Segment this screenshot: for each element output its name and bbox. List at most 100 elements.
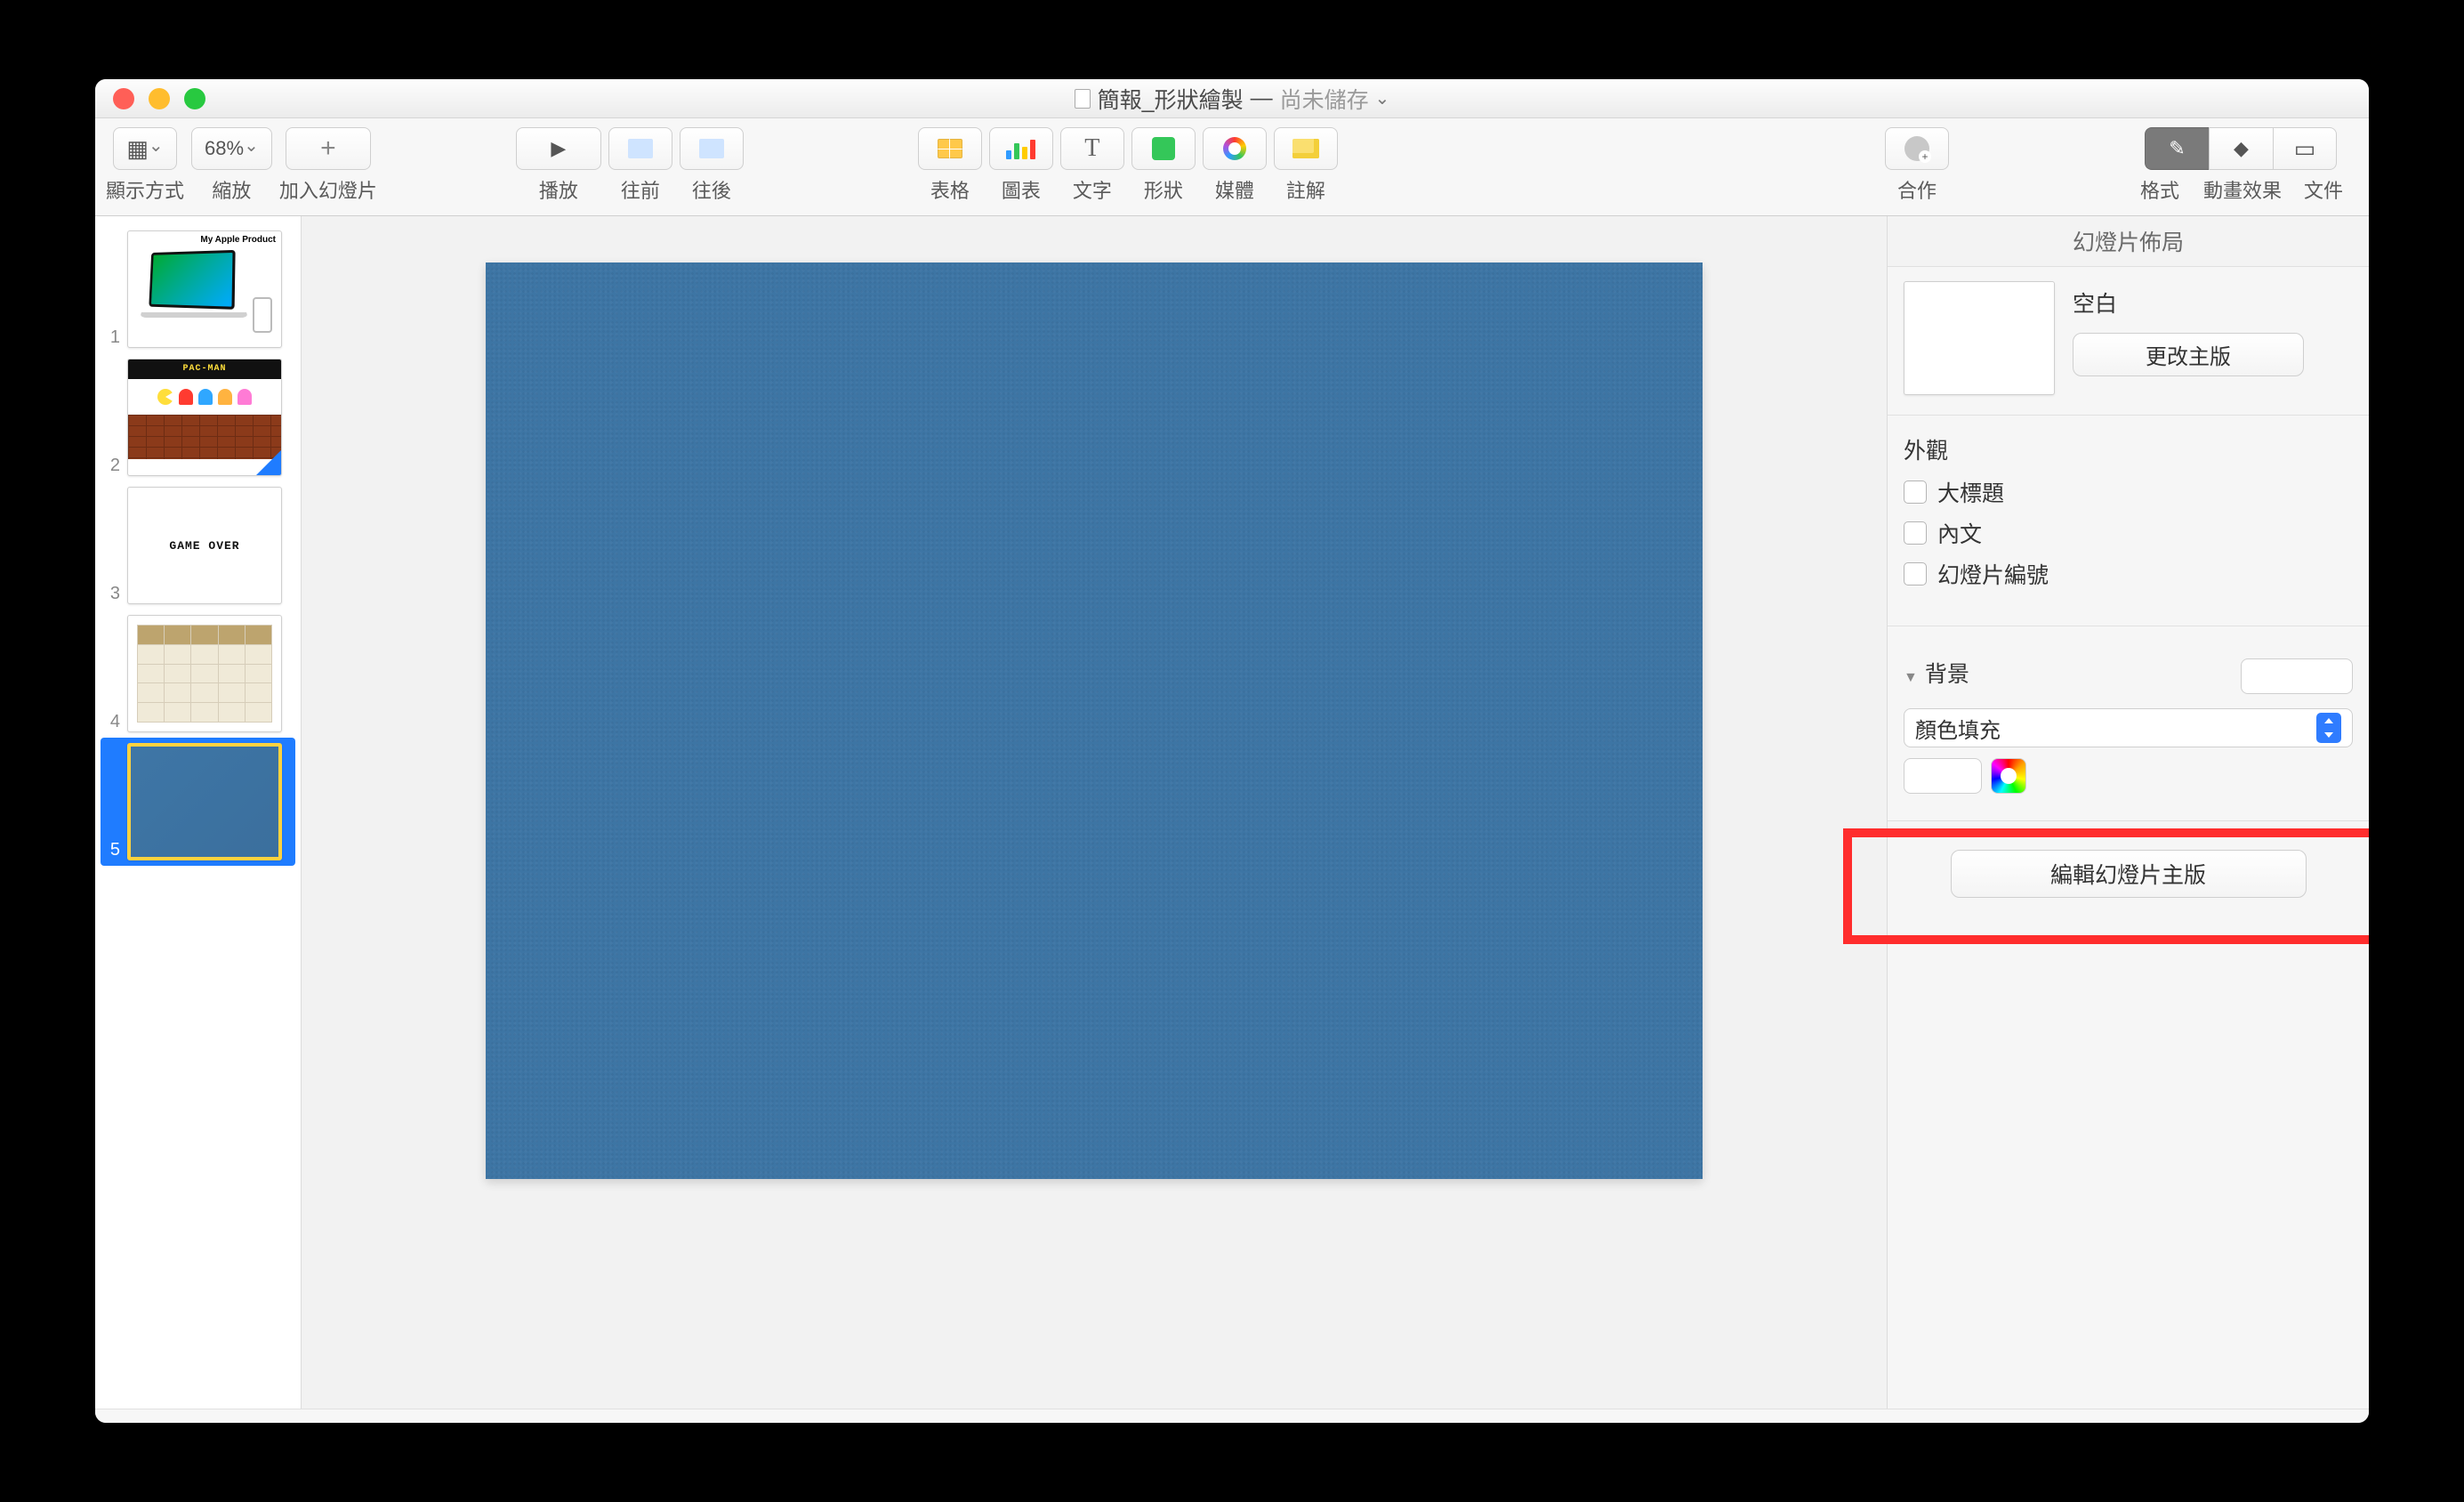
chevron-down-icon: [1375, 88, 1390, 114]
title-checkbox-label: 大標題: [1937, 476, 2004, 508]
slide3-text: GAME OVER: [169, 539, 239, 553]
document-tab-label: 文件: [2289, 175, 2358, 204]
add-slide-group: 加入幻燈片: [279, 127, 377, 204]
zoom-button[interactable]: 68%: [191, 127, 272, 170]
save-state[interactable]: 尚未儲存: [1280, 83, 1390, 115]
table-label: 表格: [930, 175, 970, 204]
zoom-value: 68%: [205, 137, 244, 160]
ghost-icon: [238, 389, 252, 405]
slide-preview: GAME OVER: [127, 487, 282, 604]
checkbox-icon[interactable]: [1904, 562, 1927, 585]
background-section: 背景 顏色填充: [1888, 639, 2369, 808]
slide-preview: [127, 743, 282, 860]
titlebar: 簡報_形狀繪製 — 尚未儲存: [95, 79, 2369, 118]
slide-thumb-4[interactable]: 4: [101, 610, 295, 738]
layout-name: 空白: [2073, 287, 2353, 319]
format-tab-label: 格式: [2123, 175, 2196, 204]
slide-number: 4: [102, 712, 120, 732]
slide-number-checkbox-label: 幻燈片編號: [1937, 558, 2049, 590]
format-tab[interactable]: [2145, 127, 2209, 170]
close-button[interactable]: [113, 88, 134, 109]
comment-label: 註解: [1286, 175, 1325, 204]
shape-group: 形狀: [1131, 127, 1196, 204]
document-name: 簡報_形狀繪製: [1098, 83, 1244, 115]
slide-number-checkbox-row[interactable]: 幻燈片編號: [1904, 558, 2353, 590]
media-button[interactable]: [1203, 127, 1267, 170]
background-heading[interactable]: 背景: [1904, 657, 1969, 689]
slide-navigator[interactable]: 1 My Apple Product 2 PAC-MAN: [95, 216, 302, 1409]
prev-slide-icon: [628, 139, 653, 158]
view-mode-label: 顯示方式: [106, 175, 184, 204]
slide-thumb-1[interactable]: 1 My Apple Product: [101, 225, 295, 353]
add-slide-button[interactable]: [286, 127, 371, 170]
chart-group: 圖表: [989, 127, 1053, 204]
view-mode-group: 顯示方式: [106, 127, 184, 204]
shape-button[interactable]: [1131, 127, 1196, 170]
next-slide-icon: [699, 139, 724, 158]
toolbar: 顯示方式 68% 縮放 加入幻燈片 播放 往前: [95, 118, 2369, 216]
play-label: 播放: [539, 175, 578, 204]
edit-master-section: 編輯幻燈片主版: [1888, 834, 2369, 914]
window-controls: [95, 88, 205, 109]
title-separator: —: [1251, 85, 1273, 111]
format-inspector: 幻燈片佈局 空白 更改主版 外觀 大標題 內文: [1887, 216, 2369, 1409]
animate-tab-label: 動畫效果: [2196, 175, 2289, 204]
color-picker-button[interactable]: [1991, 758, 2026, 794]
table-group: 表格: [918, 127, 982, 204]
play-group: 播放: [516, 127, 601, 204]
collab-button[interactable]: [1885, 127, 1949, 170]
inspector-tabs: [2145, 127, 2337, 170]
animate-tab[interactable]: [2209, 127, 2273, 170]
slide-thumb-3[interactable]: 3 GAME OVER: [101, 481, 295, 610]
prev-label: 往前: [621, 175, 660, 204]
inspector-tabs-group: 格式 動畫效果 文件: [2123, 127, 2358, 204]
fill-type-select[interactable]: 顏色填充: [1904, 708, 2353, 747]
checkbox-icon[interactable]: [1904, 480, 1927, 504]
comment-icon: [1292, 139, 1319, 158]
zoom-group: 68% 縮放: [191, 127, 272, 204]
change-master-button[interactable]: 更改主版: [2073, 333, 2304, 376]
document-icon: [2294, 135, 2316, 163]
color-well[interactable]: [1904, 758, 1982, 794]
chevron-down-icon: [149, 137, 164, 160]
slide-thumb-5[interactable]: 5: [101, 738, 295, 866]
document-tab[interactable]: [2273, 127, 2337, 170]
fill-type-value: 顏色填充: [1915, 713, 2001, 744]
view-mode-button[interactable]: [113, 127, 177, 170]
body-checkbox-label: 內文: [1937, 517, 1982, 549]
edit-master-button[interactable]: 編輯幻燈片主版: [1951, 850, 2307, 898]
prev-slide-button[interactable]: [608, 127, 672, 170]
window-title: 簡報_形狀繪製 — 尚未儲存: [95, 83, 2369, 115]
play-button[interactable]: [516, 127, 601, 170]
shape-label: 形狀: [1144, 175, 1183, 204]
document-proxy-icon: [1075, 89, 1091, 109]
background-swatch[interactable]: [2241, 658, 2353, 694]
collab-group: 合作: [1885, 127, 1949, 204]
table-button[interactable]: [918, 127, 982, 170]
main-area: 1 My Apple Product 2 PAC-MAN: [95, 216, 2369, 1409]
layout-thumbnail: [1904, 281, 2055, 395]
slide-canvas[interactable]: [486, 262, 1703, 1179]
checkbox-icon[interactable]: [1904, 521, 1927, 545]
slide-canvas-area[interactable]: [302, 216, 1887, 1409]
title-checkbox-row[interactable]: 大標題: [1904, 476, 2353, 508]
next-slide-button[interactable]: [680, 127, 744, 170]
plus-icon: [320, 133, 336, 164]
chart-button[interactable]: [989, 127, 1053, 170]
slide-number: 2: [102, 456, 120, 476]
fullscreen-button[interactable]: [184, 88, 205, 109]
chart-label: 圖表: [1002, 175, 1041, 204]
stepper-icon: [2316, 713, 2341, 743]
next-group: 往後: [680, 127, 744, 204]
media-group: 媒體: [1203, 127, 1267, 204]
table-preview: [137, 625, 272, 723]
slide-thumb-2[interactable]: 2 PAC-MAN: [101, 353, 295, 481]
keynote-window: 簡報_形狀繪製 — 尚未儲存 顯示方式 68% 縮放: [95, 79, 2369, 1423]
minimize-button[interactable]: [149, 88, 170, 109]
ghost-icon: [198, 389, 213, 405]
comment-button[interactable]: [1274, 127, 1338, 170]
chart-icon: [1006, 138, 1035, 159]
inspector-header: 幻燈片佈局: [1888, 216, 2369, 267]
body-checkbox-row[interactable]: 內文: [1904, 517, 2353, 549]
text-button[interactable]: [1060, 127, 1124, 170]
